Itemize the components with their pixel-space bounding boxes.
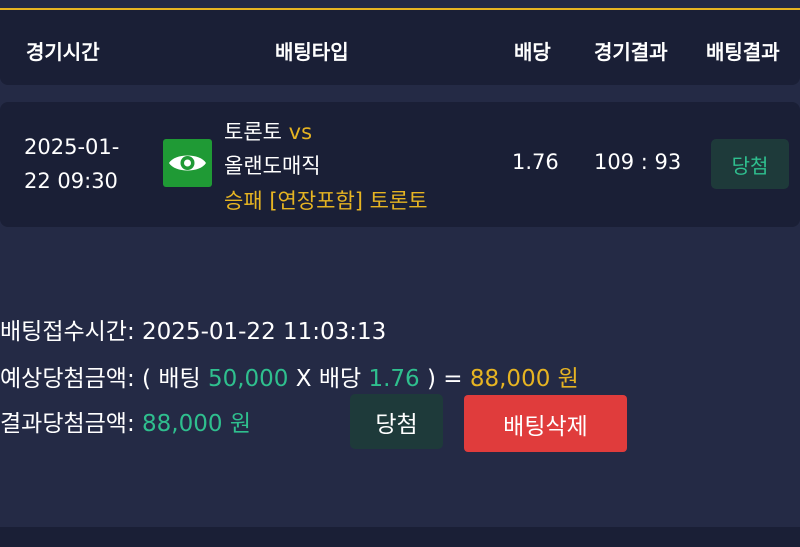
result-win-line: 결과당첨금액: 88,000 원 [0, 404, 251, 438]
header-bet-result: 배팅결과 [706, 40, 780, 64]
match-teams-home: 토론토 vs [224, 116, 312, 146]
result-win-label: 결과당첨금액: [0, 411, 135, 437]
expected-win-line: 예상당첨금액: ( 배팅 50,000 X 배당 1.76 ) = 88,000… [0, 359, 579, 393]
game-time-clock: 22 09:30 [24, 169, 118, 193]
table-header: 경기시간 배팅타입 배당 경기결과 배팅결과 [0, 10, 800, 85]
header-game-time: 경기시간 [26, 40, 100, 64]
bet-odds: 1.76 [512, 150, 559, 174]
header-odds: 배당 [514, 40, 551, 64]
receipt-time-value: 2025-01-22 11:03:13 [142, 319, 387, 345]
bet-pick: 승패 [연장포함] 토론토 [224, 189, 428, 213]
receipt-time-label: 배팅접수시간: [0, 319, 135, 345]
win-status-button[interactable]: 당첨 [350, 394, 443, 449]
expected-total: 88,000 원 [469, 366, 579, 392]
bottom-panel [0, 527, 800, 547]
expected-win-label: 예상당첨금액: [0, 366, 135, 392]
expected-close: ) = [426, 366, 463, 392]
bet-amount: 50,000 [207, 366, 289, 392]
expected-open: ( 배팅 [142, 366, 201, 392]
away-team: 올랜도매직 [224, 154, 321, 178]
receipt-time-line: 배팅접수시간: 2025-01-22 11:03:13 [0, 312, 386, 346]
header-game-result: 경기결과 [594, 40, 668, 64]
eye-icon [163, 139, 212, 187]
game-time-date: 2025-01- [24, 135, 120, 159]
delete-bet-button[interactable]: 배팅삭제 [464, 395, 627, 452]
expected-odds: 1.76 [368, 366, 420, 392]
times-odds-label: X 배당 [295, 366, 362, 392]
home-team: 토론토 [224, 120, 282, 144]
bet-result-badge: 당첨 [711, 139, 789, 189]
game-time: 2025-01- 22 09:30 [24, 130, 119, 198]
vs-label: vs [288, 120, 313, 144]
result-win-amount: 88,000 원 [142, 411, 251, 437]
game-score: 109 : 93 [594, 150, 682, 174]
header-bet-type: 배팅타입 [275, 40, 349, 64]
